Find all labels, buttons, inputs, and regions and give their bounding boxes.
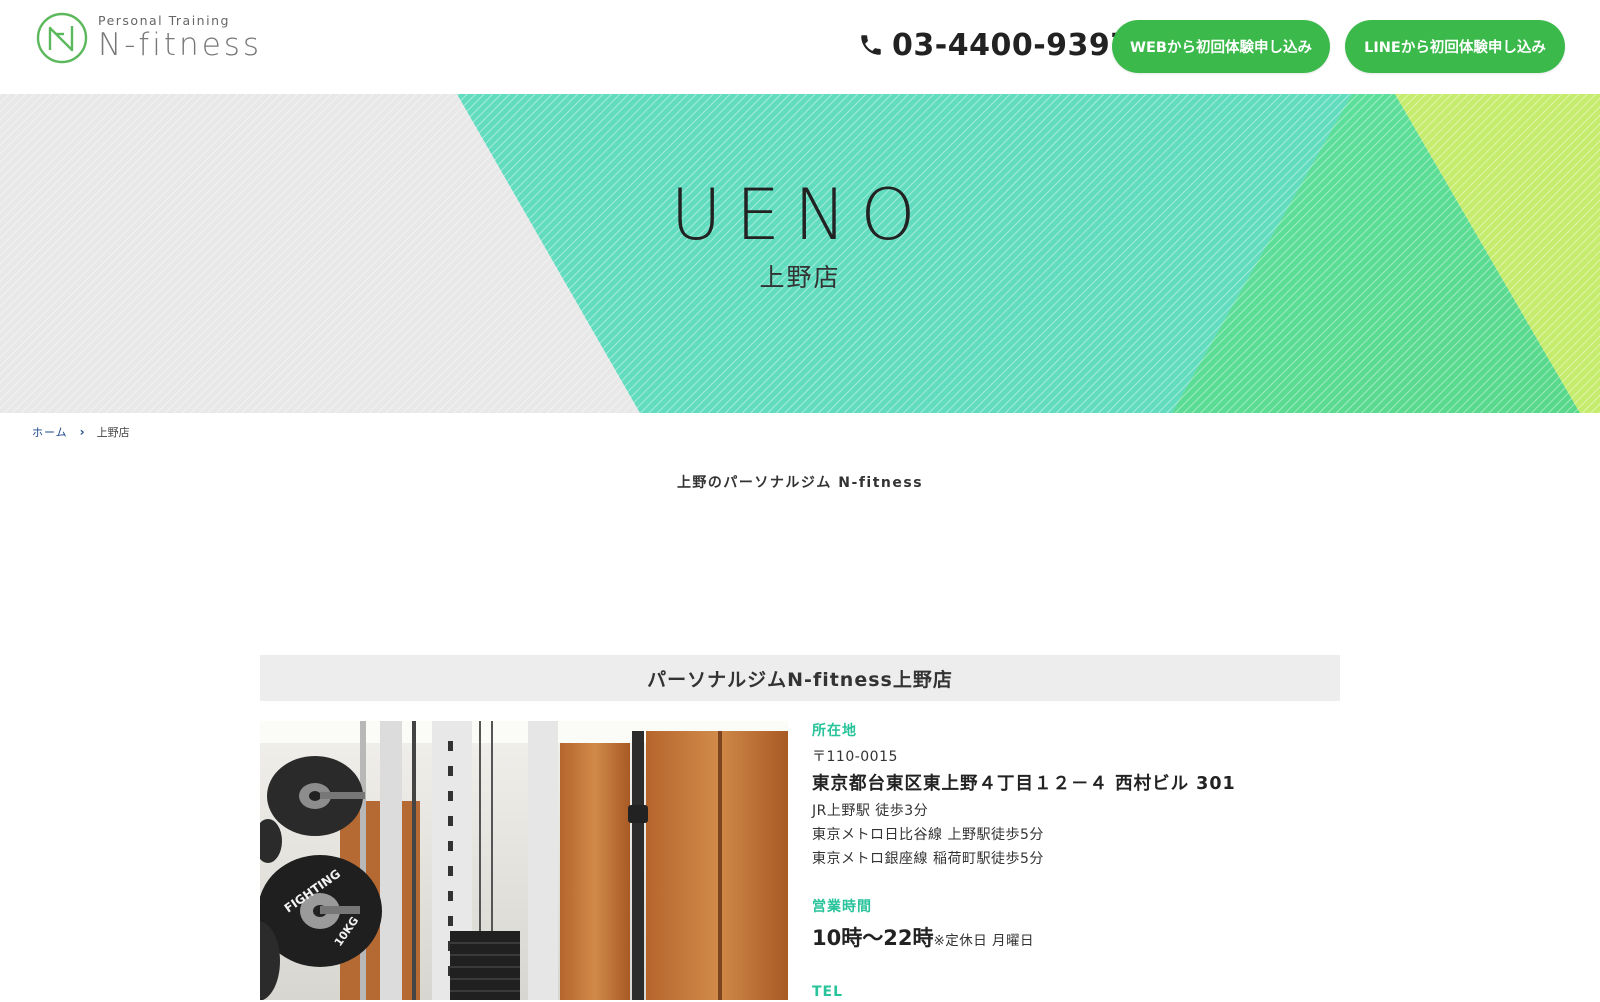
- logo-subtitle: Personal Training: [98, 13, 230, 28]
- breadcrumb: ホーム › 上野店: [32, 424, 130, 440]
- postal-code: 〒110-0015: [812, 749, 898, 765]
- closed-day-note: ※定休日 月曜日: [933, 933, 1035, 949]
- web-trial-button[interactable]: WEBから初回体験申し込み: [1112, 20, 1330, 73]
- hours-label: 営業時間: [812, 899, 872, 915]
- store-info: 所在地 〒110-0015 東京都台東区東上野４丁目１２－４ 西村ビル 301 …: [812, 721, 1352, 1002]
- breadcrumb-home-link[interactable]: ホーム: [32, 424, 68, 440]
- business-hours: 10時〜22時: [812, 926, 934, 950]
- gym-interior-image: FIGHTING 10KG: [260, 721, 788, 1000]
- intro-heading: 上野のパーソナルジム N-fitness: [676, 475, 924, 491]
- store-photo: FIGHTING 10KG: [260, 721, 788, 1000]
- store-address: 東京都台東区東上野４丁目１２－４ 西村ビル 301: [812, 774, 1236, 794]
- tel-label: TEL: [812, 984, 844, 1000]
- line-trial-button[interactable]: LINEから初回体験申し込み: [1345, 20, 1565, 73]
- site-header: Personal Training N-fitness 03-4400-9397…: [0, 0, 1600, 94]
- chevron-right-icon: ›: [79, 425, 85, 439]
- access-item: 東京メトロ日比谷線 上野駅徒歩5分: [812, 827, 1044, 843]
- hero-title: UENO: [670, 174, 930, 256]
- phone-contact[interactable]: 03-4400-9397: [858, 22, 1132, 68]
- hours-row: 10時〜22時※定休日 月曜日: [812, 923, 1352, 956]
- hero-subtitle: 上野店: [759, 263, 841, 292]
- site-logo[interactable]: Personal Training N-fitness: [36, 12, 262, 64]
- phone-number[interactable]: 03-4400-9397: [892, 28, 1132, 63]
- logo-title: N-fitness: [98, 27, 263, 63]
- store-name-heading: パーソナルジムN-fitness上野店: [260, 655, 1340, 701]
- phone-icon: [861, 35, 881, 55]
- access-item: JR上野駅 徒歩3分: [812, 803, 929, 819]
- n-fitness-logo-mark-icon: [36, 12, 88, 64]
- breadcrumb-current: 上野店: [96, 426, 130, 439]
- location-label: 所在地: [812, 723, 857, 739]
- hero-banner: UENO 上野店: [0, 94, 1600, 413]
- access-item: 東京メトロ銀座線 稲荷町駅徒歩5分: [812, 851, 1044, 867]
